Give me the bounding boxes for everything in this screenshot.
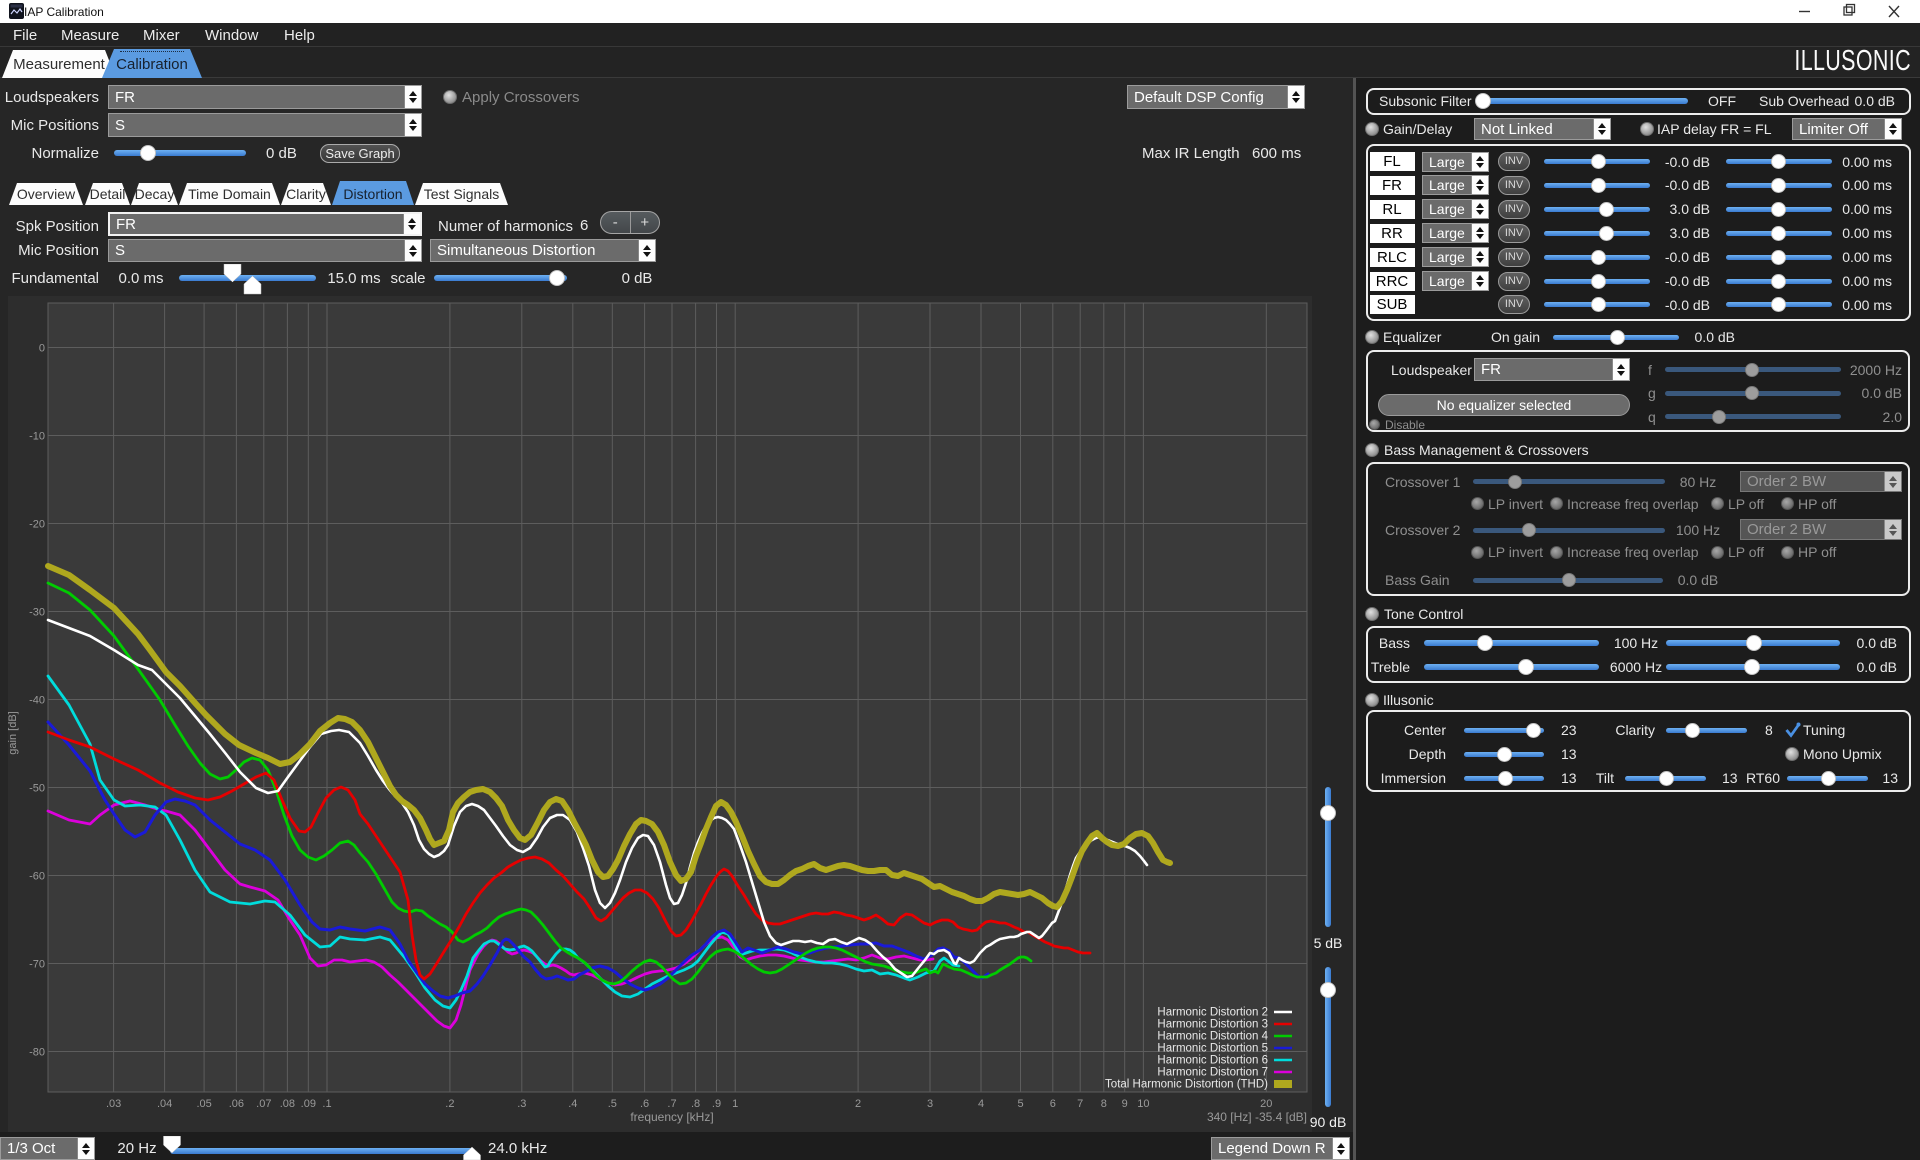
svg-text:6: 6 — [1050, 1098, 1056, 1110]
svg-text:8: 8 — [1101, 1098, 1107, 1110]
svg-text:0: 0 — [39, 343, 45, 355]
svg-text:-40: -40 — [29, 695, 45, 707]
svg-text:2: 2 — [855, 1098, 861, 1110]
svg-text:.4: .4 — [568, 1098, 577, 1110]
svg-text:-60: -60 — [29, 871, 45, 883]
svg-text:7: 7 — [1077, 1098, 1083, 1110]
svg-text:.09: .09 — [301, 1098, 316, 1110]
svg-text:.2: .2 — [445, 1098, 454, 1110]
svg-text:Harmonic Distortion 5: Harmonic Distortion 5 — [1157, 1043, 1268, 1055]
svg-text:Harmonic Distortion 4: Harmonic Distortion 4 — [1157, 1031, 1268, 1043]
svg-text:.05: .05 — [196, 1098, 211, 1110]
svg-text:Harmonic Distortion 3: Harmonic Distortion 3 — [1157, 1019, 1268, 1031]
svg-text:frequency [kHz]: frequency [kHz] — [630, 1110, 713, 1124]
svg-text:gain [dB]: gain [dB] — [8, 711, 19, 754]
svg-text:5: 5 — [1017, 1098, 1023, 1110]
svg-text:-30: -30 — [29, 607, 45, 619]
svg-text:-20: -20 — [29, 519, 45, 531]
svg-text:.06: .06 — [229, 1098, 244, 1110]
svg-text:-50: -50 — [29, 783, 45, 795]
svg-text:Harmonic Distortion 6: Harmonic Distortion 6 — [1157, 1055, 1268, 1067]
svg-text:1: 1 — [732, 1098, 738, 1110]
svg-text:Harmonic Distortion 7: Harmonic Distortion 7 — [1157, 1067, 1268, 1079]
svg-text:.04: .04 — [157, 1098, 172, 1110]
svg-text:9: 9 — [1122, 1098, 1128, 1110]
svg-text:.6: .6 — [640, 1098, 649, 1110]
svg-text:.8: .8 — [691, 1098, 700, 1110]
svg-text:.08: .08 — [280, 1098, 295, 1110]
svg-text:-10: -10 — [29, 431, 45, 443]
svg-text:.5: .5 — [608, 1098, 617, 1110]
svg-text:-70: -70 — [29, 959, 45, 971]
svg-text:340 [Hz] -35.4 [dB]: 340 [Hz] -35.4 [dB] — [1207, 1110, 1307, 1124]
svg-text:.3: .3 — [517, 1098, 526, 1110]
svg-text:.07: .07 — [256, 1098, 271, 1110]
svg-text:4: 4 — [978, 1098, 984, 1110]
svg-text:-80: -80 — [29, 1047, 45, 1059]
svg-text:Total Harmonic Distortion (THD: Total Harmonic Distortion (THD) — [1105, 1079, 1268, 1091]
svg-text:.7: .7 — [667, 1098, 676, 1110]
svg-text:.1: .1 — [322, 1098, 331, 1110]
svg-text:Harmonic Distortion 2: Harmonic Distortion 2 — [1157, 1007, 1268, 1019]
svg-text:10: 10 — [1137, 1098, 1149, 1110]
svg-text:20: 20 — [1260, 1098, 1272, 1110]
svg-text:.03: .03 — [106, 1098, 121, 1110]
svg-text:.9: .9 — [712, 1098, 721, 1110]
svg-text:3: 3 — [927, 1098, 933, 1110]
